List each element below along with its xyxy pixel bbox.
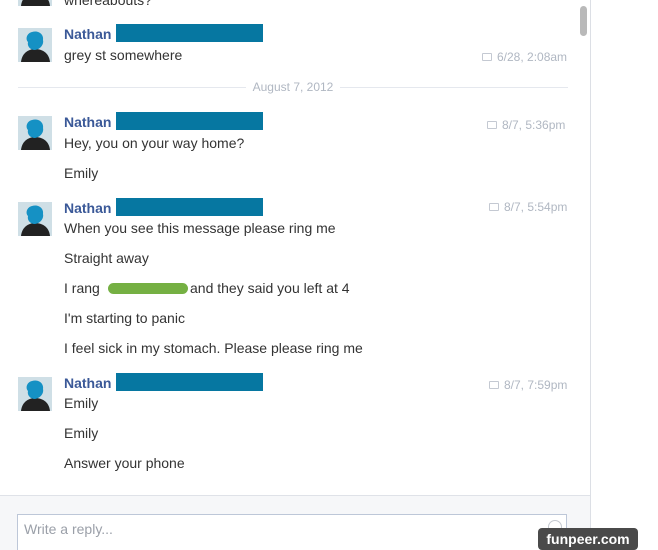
- message-text: I rang: [64, 280, 100, 296]
- sender-name[interactable]: Nathan: [64, 114, 111, 130]
- avatar[interactable]: [18, 0, 52, 6]
- date-divider: August 7, 2012: [18, 79, 568, 95]
- message-text: When you see this message please ring me: [64, 220, 336, 236]
- message-timestamp[interactable]: 8/7, 5:54pm: [489, 200, 567, 214]
- timestamp-text: 8/7, 5:36pm: [502, 118, 566, 132]
- reply-composer: Write a reply...: [0, 495, 590, 550]
- speech-bubble-icon: [489, 381, 499, 389]
- message-text: I'm starting to panic: [64, 310, 185, 326]
- avatar[interactable]: [18, 202, 52, 236]
- message-text: grey st somewhere: [64, 47, 183, 63]
- speech-bubble-icon: [482, 53, 492, 61]
- message-text: I feel sick in my stomach. Please please…: [64, 340, 363, 356]
- message-timestamp[interactable]: 8/7, 5:36pm: [487, 118, 565, 132]
- sender-name[interactable]: Nathan: [64, 200, 111, 216]
- redaction-bar: [116, 24, 263, 42]
- redaction-bar: [116, 112, 263, 130]
- timestamp-text: 6/28, 2:08am: [497, 50, 568, 64]
- avatar[interactable]: [18, 116, 52, 150]
- panel-divider: [590, 0, 591, 550]
- reply-input[interactable]: Write a reply...: [17, 514, 567, 550]
- redaction-scribble: [108, 283, 188, 294]
- message-timestamp[interactable]: 8/7, 7:59pm: [489, 378, 567, 392]
- avatar[interactable]: [18, 377, 52, 411]
- message-text: and they said you left at 4: [190, 280, 350, 296]
- timestamp-text: 8/7, 5:54pm: [504, 200, 568, 214]
- date-divider-label: August 7, 2012: [252, 80, 334, 94]
- watermark: funpeer.com: [538, 528, 638, 550]
- message-text: Answer your phone: [64, 455, 185, 471]
- speech-bubble-icon: [487, 121, 497, 129]
- timestamp-text: 8/7, 7:59pm: [504, 378, 568, 392]
- message-thread-window: whereabouts? Nathan grey st somewhere 6/…: [0, 0, 658, 550]
- avatar[interactable]: [18, 28, 52, 62]
- speech-bubble-icon: [489, 203, 499, 211]
- message-text: whereabouts?: [64, 0, 152, 8]
- sender-name[interactable]: Nathan: [64, 375, 111, 391]
- redaction-bar: [116, 198, 263, 216]
- message-text: Emily: [64, 425, 99, 441]
- sender-name[interactable]: Nathan: [64, 26, 111, 42]
- message-timestamp[interactable]: 6/28, 2:08am: [482, 50, 567, 64]
- reply-placeholder: Write a reply...: [24, 521, 113, 537]
- scrollbar-thumb[interactable]: [580, 6, 587, 36]
- message-text: Emily: [64, 165, 99, 181]
- message-text: Hey, you on your way home?: [64, 135, 245, 151]
- message-text: Straight away: [64, 250, 149, 266]
- message-text: Emily: [64, 395, 99, 411]
- message-thread[interactable]: whereabouts? Nathan grey st somewhere 6/…: [0, 0, 590, 495]
- redaction-bar: [116, 373, 263, 391]
